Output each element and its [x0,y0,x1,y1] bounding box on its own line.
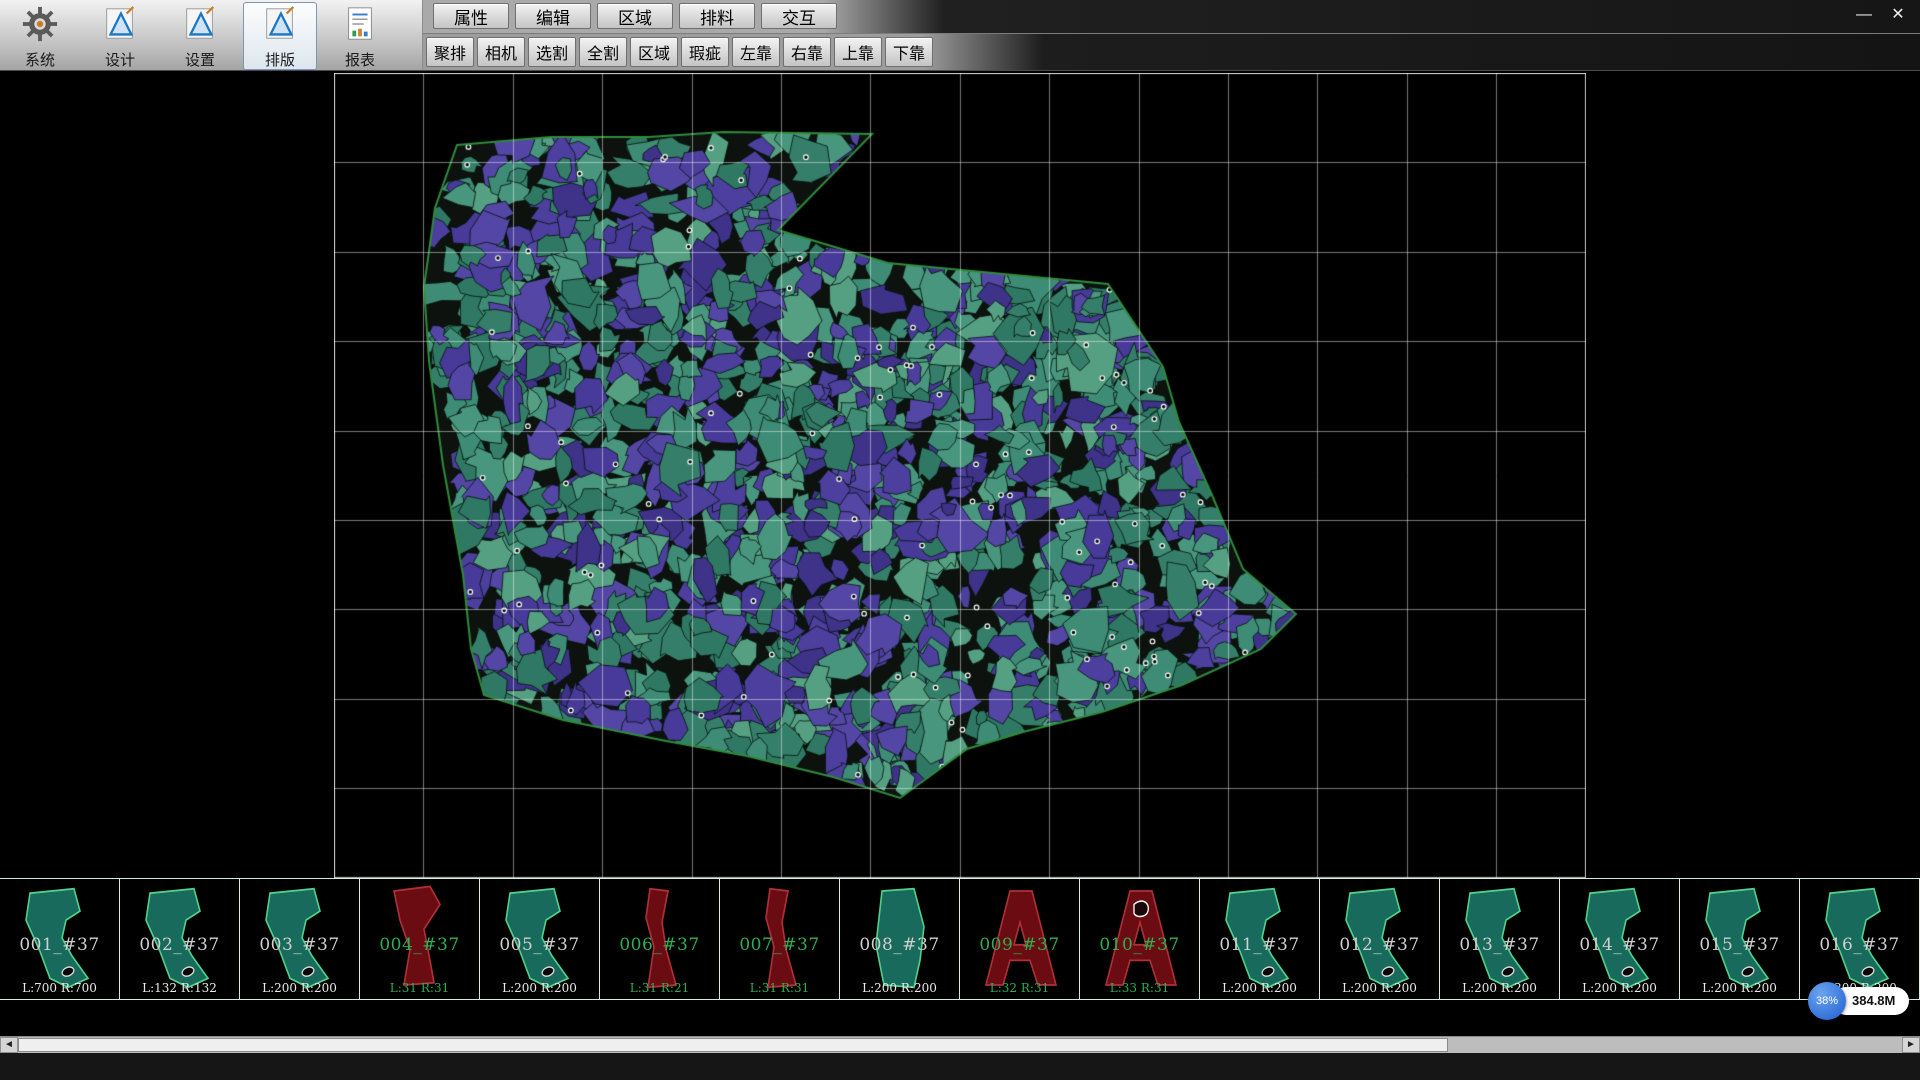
menu-rows: 属性编辑区域排料交互 聚排相机选割全割区域瑕疵左靠右靠上靠下靠 — ✕ [423,0,1920,70]
tool-button-5[interactable]: 瑕疵 [681,37,729,67]
part-thumbnail[interactable]: 014_#37 L:200 R:200 [1560,879,1680,999]
menu-tab-3[interactable]: 排料 [679,3,755,29]
menu-tab-0[interactable]: 属性 [433,3,509,29]
part-id-label: 012_#37 [1320,935,1439,955]
part-lr-count: L:200 R:200 [240,981,359,995]
part-id-label: 001_#37 [0,935,119,955]
part-id-label: 016_#37 [1800,935,1919,955]
top-toolbar: 系统 设计 设置 排版 报表 属性编辑区域排料交互 聚排相机选割全割区域瑕疵左靠… [0,0,1920,71]
part-id-label: 005_#37 [480,935,599,955]
part-id-label: 015_#37 [1680,935,1799,955]
part-id-label: 008_#37 [840,935,959,955]
main-nav-block: 系统 设计 设置 排版 报表 [0,0,423,70]
part-id-label: 009_#37 [960,935,1079,955]
part-thumbnail[interactable]: 004_#37 L:31 R:31 [360,879,480,999]
scrollbar-thumb[interactable] [18,1038,1448,1052]
part-id-label: 003_#37 [240,935,359,955]
part-id-label: 014_#37 [1560,935,1679,955]
part-id-label: 006_#37 [600,935,719,955]
minimize-button[interactable]: — [1852,4,1876,26]
part-lr-count: L:200 R:200 [480,981,599,995]
nav-item-label: 排版 [265,49,295,70]
window-controls: — ✕ [1852,4,1910,26]
gear-icon [21,3,59,48]
part-id-label: 004_#37 [360,935,479,955]
part-thumbnail[interactable]: 002_#37 L:132 R:132 [120,879,240,999]
tool-button-8[interactable]: 上靠 [834,37,882,67]
nav-item-layout[interactable]: 排版 [243,2,317,70]
tool-button-9[interactable]: 下靠 [885,37,933,67]
part-lr-count: L:32 R:31 [960,981,1079,995]
part-lr-count: L:31 R:31 [720,981,839,995]
menu-tab-2[interactable]: 区域 [597,3,673,29]
horizontal-scrollbar[interactable]: ◄ ► [0,1036,1920,1053]
part-thumbnail[interactable]: 010_#37 L:33 R:31 [1080,879,1200,999]
tool-button-7[interactable]: 右靠 [783,37,831,67]
part-id-label: 011_#37 [1200,935,1319,955]
tool-button-2[interactable]: 选割 [528,37,576,67]
part-thumbnail[interactable]: 008_#37 L:200 R:200 [840,879,960,999]
part-thumbnail[interactable]: 011_#37 L:200 R:200 [1200,879,1320,999]
nav-item-gear[interactable]: 系统 [3,2,77,70]
part-lr-count: L:200 R:200 [1440,981,1559,995]
part-thumbnail[interactable]: 003_#37 L:200 R:200 [240,879,360,999]
nav-item-label: 报表 [345,49,375,70]
design-icon [101,3,139,48]
part-thumbnail[interactable]: 007_#37 L:31 R:31 [720,879,840,999]
part-lr-count: L:200 R:200 [1320,981,1439,995]
bottom-filler [0,1053,1920,1080]
part-id-label: 010_#37 [1080,935,1199,955]
tool-button-0[interactable]: 聚排 [426,37,474,67]
part-lr-count: L:200 R:200 [840,981,959,995]
parts-thumbnail-strip: 001_#37L:700 R:700002_#37L:132 R:132003_… [0,878,1920,1000]
part-lr-count: L:31 R:21 [600,981,719,995]
close-button[interactable]: ✕ [1886,4,1910,26]
scroll-left-arrow[interactable]: ◄ [0,1037,18,1053]
part-lr-count: L:200 R:200 [1680,981,1799,995]
part-thumbnail[interactable]: 001_#37 L:700 R:700 [0,879,120,999]
nesting-canvas[interactable] [334,73,1586,878]
part-thumbnail[interactable]: 006_#37 L:31 R:21 [600,879,720,999]
part-lr-count: L:31 R:31 [360,981,479,995]
tool-button-row: 聚排相机选割全割区域瑕疵左靠右靠上靠下靠 [423,33,1920,70]
part-thumbnail[interactable]: 012_#37 L:200 R:200 [1320,879,1440,999]
application-window: 系统 设计 设置 排版 报表 属性编辑区域排料交互 聚排相机选割全割区域瑕疵左靠… [0,0,1920,1080]
scroll-right-arrow[interactable]: ► [1902,1037,1920,1053]
status-badge: 38% 384.8M [1808,982,1909,1020]
tool-button-3[interactable]: 全割 [579,37,627,67]
part-thumbnail[interactable]: 015_#37 L:200 R:200 [1680,879,1800,999]
part-id-label: 002_#37 [120,935,239,955]
nav-item-report[interactable]: 报表 [323,2,397,70]
nav-item-settings[interactable]: 设置 [163,2,237,70]
part-id-label: 013_#37 [1440,935,1559,955]
nav-item-label: 设置 [185,49,215,70]
part-thumbnail[interactable]: 009_#37 L:32 R:31 [960,879,1080,999]
nav-item-label: 设计 [105,49,135,70]
nav-item-design[interactable]: 设计 [83,2,157,70]
part-id-label: 007_#37 [720,935,839,955]
tool-button-4[interactable]: 区域 [630,37,678,67]
menu-tab-4[interactable]: 交互 [761,3,837,29]
progress-circle: 38% [1808,982,1846,1020]
menu-tab-1[interactable]: 编辑 [515,3,591,29]
part-lr-count: L:200 R:200 [1560,981,1679,995]
part-lr-count: L:132 R:132 [120,981,239,995]
layout-icon [261,3,299,48]
part-lr-count: L:700 R:700 [0,981,119,995]
tool-button-1[interactable]: 相机 [477,37,525,67]
nav-item-label: 系统 [25,49,55,70]
part-thumbnail[interactable]: 013_#37 L:200 R:200 [1440,879,1560,999]
report-icon [341,3,379,48]
part-thumbnail[interactable]: 005_#37 L:200 R:200 [480,879,600,999]
part-thumbnail[interactable]: 016_#37L:200 R:200 [1800,879,1920,999]
settings-icon [181,3,219,48]
menu-tab-row: 属性编辑区域排料交互 [423,0,1920,33]
part-lr-count: L:200 R:200 [1200,981,1319,995]
part-lr-count: L:33 R:31 [1080,981,1199,995]
tool-button-6[interactable]: 左靠 [732,37,780,67]
